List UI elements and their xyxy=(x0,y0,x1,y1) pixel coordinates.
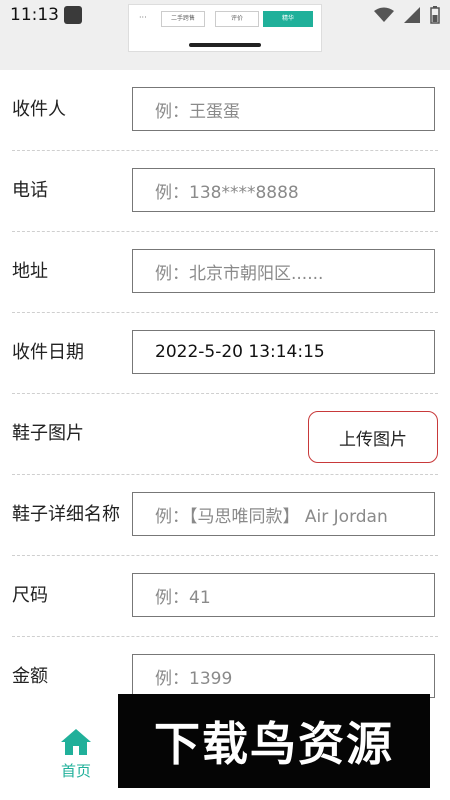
watermark-logo: 下载鸟资源 xyxy=(118,694,430,788)
nav-home[interactable]: 首页 xyxy=(50,728,102,781)
phone-label: 电话 xyxy=(12,180,48,201)
preview-tab-review: 评价 xyxy=(215,11,259,27)
phone-input[interactable]: 例：138****8888 xyxy=(132,168,435,212)
wifi-icon xyxy=(374,7,394,22)
notification-icon xyxy=(64,6,82,24)
signal-icon xyxy=(404,7,420,23)
form-row-date: 收件日期 2022-5-20 13:14:15 xyxy=(12,313,438,394)
drag-handle[interactable] xyxy=(189,43,261,47)
upload-image-button[interactable]: 上传图片 xyxy=(308,411,438,463)
address-label: 地址 xyxy=(12,261,48,282)
form-row-shoe-image: 鞋子图片 上传图片 xyxy=(12,394,438,475)
shoe-name-label: 鞋子详细名称 xyxy=(12,504,120,525)
preview-tab-featured: 精华 xyxy=(263,11,313,27)
size-label: 尺码 xyxy=(12,585,48,606)
recipient-input[interactable]: 例：王蛋蛋 xyxy=(132,87,435,131)
amount-input[interactable]: 例：1399 xyxy=(132,654,435,698)
battery-icon xyxy=(430,6,440,24)
form-row-size: 尺码 例：41 xyxy=(12,556,438,637)
address-input[interactable]: 例：北京市朝阳区...... xyxy=(132,249,435,293)
recipient-label: 收件人 xyxy=(12,99,66,120)
status-icons xyxy=(374,6,440,24)
shoe-image-label: 鞋子图片 xyxy=(12,423,84,444)
form-row-phone: 电话 例：138****8888 xyxy=(12,151,438,232)
home-icon xyxy=(61,729,91,755)
date-input[interactable]: 2022-5-20 13:14:15 xyxy=(132,330,435,374)
status-time: 11:13 xyxy=(10,5,59,25)
form-row-shoe-name: 鞋子详细名称 例：【马思唯同款】 Air Jordan xyxy=(12,475,438,556)
size-input[interactable]: 例：41 xyxy=(132,573,435,617)
order-form: 收件人 例：王蛋蛋 电话 例：138****8888 地址 例：北京市朝阳区..… xyxy=(0,70,450,717)
nav-home-label: 首页 xyxy=(60,762,91,780)
shoe-name-input[interactable]: 例：【马思唯同款】 Air Jordan xyxy=(132,492,435,536)
app-preview-thumbnail[interactable]: ··· 二手跨售 评价 精华 xyxy=(128,4,322,52)
form-row-recipient: 收件人 例：王蛋蛋 xyxy=(12,70,438,151)
form-row-address: 地址 例：北京市朝阳区...... xyxy=(12,232,438,313)
date-label: 收件日期 xyxy=(12,342,84,363)
preview-tab-secondhand: 二手跨售 xyxy=(161,11,205,27)
preview-dots: ··· xyxy=(139,13,147,22)
